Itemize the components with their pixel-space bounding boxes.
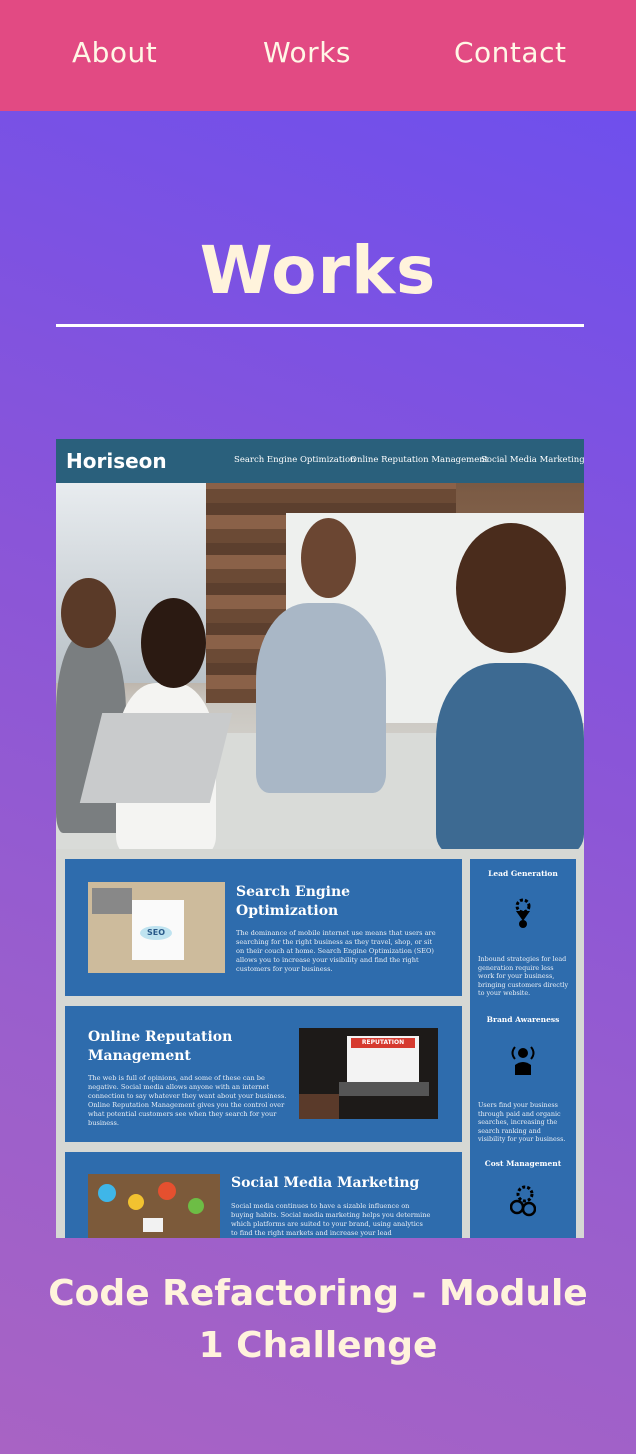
- card-seo: SEO Search Engine Optimization The domin…: [65, 859, 462, 996]
- reputation-thumbnail: REPUTATION: [299, 1028, 438, 1119]
- card-smm: Social Media Marketing Social media cont…: [65, 1152, 462, 1238]
- benefit-brand-title: Brand Awareness: [486, 1015, 560, 1024]
- seo-thumbnail: SEO: [88, 882, 225, 973]
- card-orm-text: The web is full of opinions, and some of…: [88, 1074, 287, 1127]
- nav-link-contact[interactable]: Contact: [454, 36, 566, 69]
- hero-team-photo: [56, 483, 584, 849]
- social-thumbnail: [88, 1174, 220, 1238]
- lead-generation-icon: [515, 898, 531, 928]
- works-heading: Works: [199, 232, 437, 309]
- nav-link-about[interactable]: About: [72, 36, 157, 69]
- card-smm-title: Social Media Marketing: [231, 1175, 420, 1191]
- card-orm-title: Online Reputation Management: [88, 1029, 233, 1064]
- benefit-brand-text: Users find your business through paid an…: [478, 1101, 566, 1143]
- horiseon-header: Horiseon Search Engine Optimization Onli…: [56, 439, 584, 483]
- horiseon-nav-smm: Social Media Marketing: [481, 455, 584, 465]
- heading-divider: [56, 324, 584, 327]
- brand-awareness-icon: [511, 1046, 535, 1075]
- top-nav: About Works Contact: [0, 0, 636, 111]
- project-screenshot[interactable]: Horiseon Search Engine Optimization Onli…: [56, 439, 584, 1238]
- cost-management-icon: [510, 1185, 536, 1217]
- card-smm-text: Social media continues to have a sizable…: [231, 1202, 431, 1237]
- benefit-cost-title: Cost Management: [484, 1159, 562, 1168]
- card-seo-text: The dominance of mobile internet use mea…: [236, 929, 436, 973]
- horiseon-logo: Horiseon: [66, 449, 167, 473]
- horiseon-nav-seo: Search Engine Optimization: [234, 455, 356, 465]
- project-caption[interactable]: Code Refactoring - Module 1 Challenge: [40, 1268, 596, 1372]
- card-seo-title: Search Engine Optimization: [236, 884, 351, 919]
- benefit-lead-text: Inbound strategies for lead generation r…: [478, 955, 569, 997]
- card-orm: Online Reputation Management The web is …: [65, 1006, 462, 1142]
- benefit-lead-title: Lead Generation: [488, 869, 558, 878]
- nav-link-works[interactable]: Works: [263, 36, 351, 69]
- horiseon-nav-orm: Online Reputation Management: [350, 455, 489, 465]
- horiseon-benefits-aside: Lead Generation Inbound strategies for l…: [470, 859, 576, 1238]
